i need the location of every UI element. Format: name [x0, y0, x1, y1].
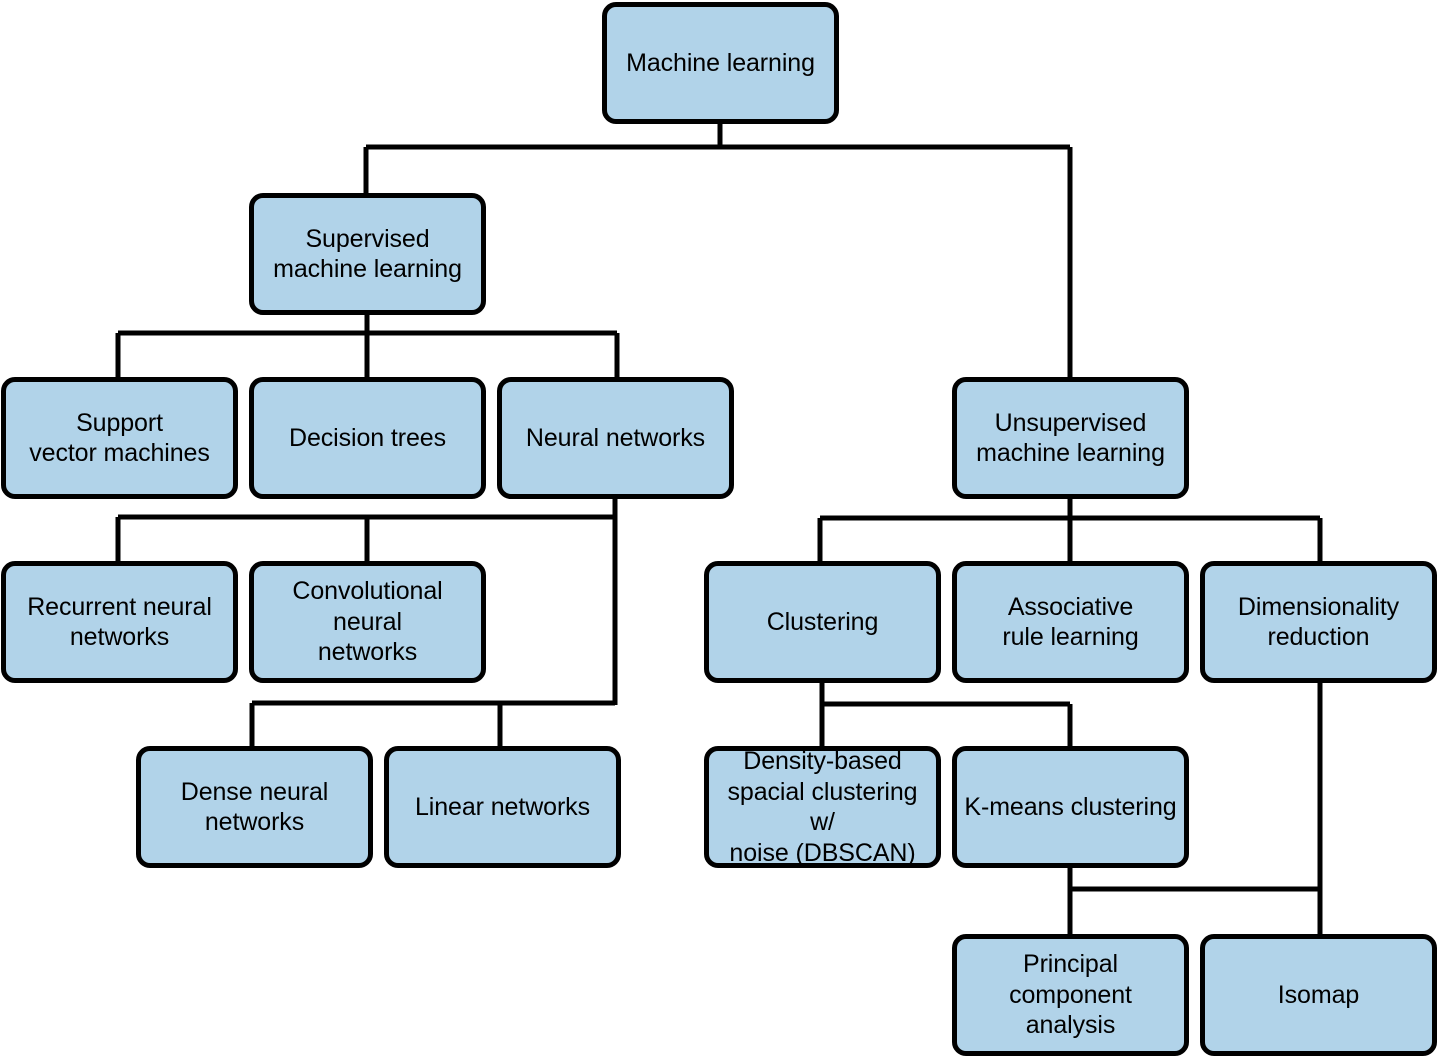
- node-principal-component-analysis[interactable]: Principal component analysis: [952, 934, 1189, 1056]
- node-support-vector-machines[interactable]: Support vector machines: [1, 377, 238, 499]
- node-label: Clustering: [766, 607, 879, 636]
- node-label: Support vector machines: [29, 408, 210, 468]
- node-supervised-machine-learning[interactable]: Supervised machine learning: [249, 193, 486, 315]
- node-decision-trees[interactable]: Decision trees: [249, 377, 486, 499]
- node-unsupervised-machine-learning[interactable]: Unsupervised machine learning: [952, 377, 1189, 499]
- node-associative-rule-learning[interactable]: Associative rule learning: [952, 561, 1189, 683]
- node-label: Density-based spacial clustering w/ nois…: [727, 747, 918, 867]
- node-label: Linear networks: [415, 792, 590, 821]
- node-dimensionality-reduction[interactable]: Dimensionality reduction: [1200, 561, 1437, 683]
- node-dbscan[interactable]: Density-based spacial clustering w/ nois…: [704, 746, 941, 868]
- node-label: Unsupervised machine learning: [976, 408, 1165, 468]
- node-label: Isomap: [1277, 980, 1360, 1009]
- node-label: Neural networks: [525, 423, 706, 452]
- node-label: Associative rule learning: [1002, 592, 1139, 652]
- node-label: Machine learning: [626, 48, 815, 77]
- node-neural-networks[interactable]: Neural networks: [497, 377, 734, 499]
- node-label: Recurrent neural networks: [27, 592, 212, 652]
- node-isomap[interactable]: Isomap: [1200, 934, 1437, 1056]
- node-label: Supervised machine learning: [273, 224, 462, 284]
- node-machine-learning[interactable]: Machine learning: [602, 2, 839, 124]
- node-label: Dimensionality reduction: [1237, 592, 1400, 652]
- node-dense-neural-networks[interactable]: Dense neural networks: [136, 746, 373, 868]
- node-convolutional-neural-networks[interactable]: Convolutional neural networks: [249, 561, 486, 683]
- node-k-means-clustering[interactable]: K-means clustering: [952, 746, 1189, 868]
- node-label: K-means clustering: [964, 792, 1177, 821]
- machine-learning-taxonomy-diagram: Machine learning Supervised machine learn…: [0, 0, 1438, 1062]
- node-clustering[interactable]: Clustering: [704, 561, 941, 683]
- node-label: Dense neural networks: [180, 777, 329, 837]
- node-label: Decision trees: [289, 423, 446, 452]
- node-label: Principal component analysis: [1009, 950, 1132, 1040]
- node-label: Convolutional neural networks: [292, 577, 443, 667]
- node-recurrent-neural-networks[interactable]: Recurrent neural networks: [1, 561, 238, 683]
- node-linear-networks[interactable]: Linear networks: [384, 746, 621, 868]
- connector-lines: [115, 124, 1323, 936]
